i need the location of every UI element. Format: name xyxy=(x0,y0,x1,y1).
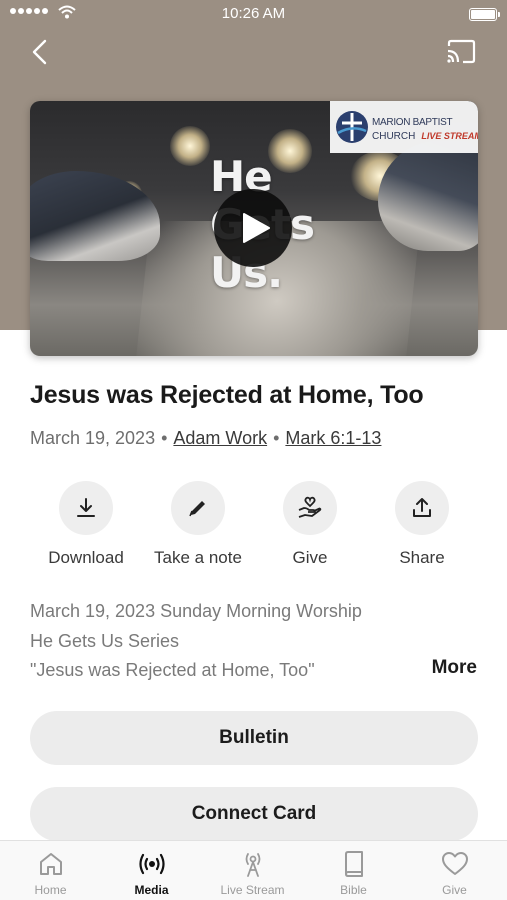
pencil-icon xyxy=(189,501,205,517)
thumbnail-light xyxy=(170,126,210,166)
tab-give[interactable]: Give xyxy=(404,849,505,897)
sermon-title: Jesus was Rejected at Home, Too xyxy=(30,381,424,409)
share-icon xyxy=(413,498,431,517)
heart-icon xyxy=(441,852,468,875)
church-logo-mark-icon xyxy=(336,111,368,143)
scripture-link[interactable]: Mark 6:1-13 xyxy=(285,428,381,448)
play-button[interactable] xyxy=(214,189,292,267)
church-logo: MARION BAPTIST CHURCH LIVE STREAM xyxy=(330,101,478,153)
cast-button[interactable] xyxy=(445,38,477,66)
play-icon xyxy=(243,213,270,243)
home-icon xyxy=(39,853,62,875)
thumbnail-shoe xyxy=(30,171,160,261)
tab-bar: Home Media Live Stream Bible Give xyxy=(0,840,507,900)
back-button[interactable] xyxy=(26,36,56,68)
status-bar: 10:26 AM xyxy=(0,0,507,28)
connect-card-button[interactable]: Connect Card xyxy=(30,787,478,841)
action-row: Download Take a note Give Share xyxy=(30,481,478,571)
tab-bible[interactable]: Bible xyxy=(303,849,404,897)
take-note-button[interactable]: Take a note xyxy=(142,481,254,568)
share-button[interactable]: Share xyxy=(366,481,478,568)
download-icon xyxy=(77,498,95,517)
book-icon xyxy=(344,851,363,877)
broadcast-icon xyxy=(138,853,165,875)
sermon-meta: March 19, 2023 • Adam Work • Mark 6:1-13 xyxy=(30,428,382,448)
bulletin-button[interactable]: Bulletin xyxy=(30,711,478,765)
status-time: 10:26 AM xyxy=(221,5,286,22)
more-button[interactable]: More xyxy=(432,657,477,679)
tab-live-stream[interactable]: Live Stream xyxy=(202,849,303,897)
antenna-icon xyxy=(245,853,260,877)
chevron-left-icon xyxy=(32,39,47,65)
tab-media[interactable]: Media xyxy=(101,849,202,897)
cast-icon xyxy=(447,39,476,64)
tab-home[interactable]: Home xyxy=(0,849,101,897)
giving-hand-heart-icon xyxy=(298,496,322,518)
video-thumbnail[interactable]: He Gets Us. MARION BAPTIST CHURCHLIVE ST… xyxy=(30,101,478,356)
sermon-date: March 19, 2023 xyxy=(30,428,156,448)
give-button[interactable]: Give xyxy=(254,481,366,568)
speaker-link[interactable]: Adam Work xyxy=(173,428,267,448)
download-button[interactable]: Download xyxy=(30,481,142,568)
battery-icon xyxy=(469,8,500,21)
sermon-description: March 19, 2023 Sunday Morning Worship He… xyxy=(30,601,362,680)
